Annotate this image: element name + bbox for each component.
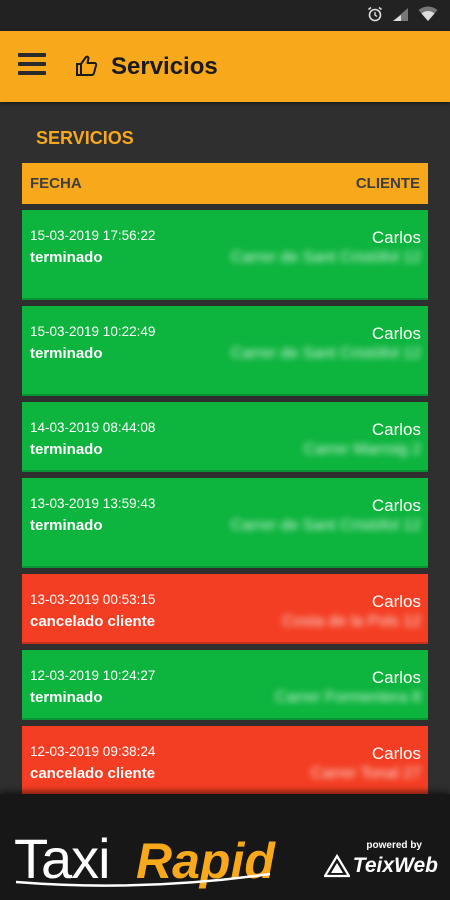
service-address: Carrer de Sant Cristòfol 12 [230,345,421,362]
service-address: Carrer Marroig 2 [303,441,421,458]
service-row[interactable]: 13-03-2019 00:53:15 cancelado cliente Ca… [22,574,428,644]
service-row[interactable]: 15-03-2019 17:56:22 terminado Carlos Car… [22,210,428,300]
service-date: 15-03-2019 17:56:22 [30,228,156,243]
service-address: Carrer de Sant Cristòfol 12 [230,517,421,534]
service-status: terminado [30,345,103,362]
service-address: Carrer Formentera 8 [275,689,421,706]
table-header: FECHA CLIENTE [22,163,428,204]
service-date: 14-03-2019 08:44:08 [30,420,156,435]
service-client: Carlos [371,496,421,515]
alarm-icon [368,6,382,22]
menu-icon[interactable] [18,53,46,79]
logo-swoosh-icon [15,872,271,887]
service-date: 13-03-2019 00:53:15 [30,592,156,607]
service-status: terminado [30,517,103,534]
service-row[interactable]: 13-03-2019 13:59:43 terminado Carlos Car… [22,478,428,568]
service-address: Carrer de Sant Cristòfol 12 [230,249,421,266]
footer-banner: Taxi Rapid powered by TeixWeb [0,794,450,900]
teixweb-name: TeixWeb [352,854,438,877]
teixweb-brand: powered by TeixWeb [323,840,438,878]
service-client: Carlos [371,592,421,611]
service-date: 12-03-2019 10:24:27 [30,668,156,683]
service-client: Carlos [371,420,421,439]
thumbs-up-icon [76,55,98,76]
service-status: terminado [30,441,103,458]
service-status: cancelado cliente [30,765,156,782]
teixweb-logo-icon [323,854,350,878]
service-client: Carlos [371,324,421,343]
status-bar [0,0,450,31]
signal-icon [393,7,408,21]
service-row[interactable]: 12-03-2019 09:38:24 cancelado cliente Ca… [22,726,428,798]
service-date: 15-03-2019 10:22:49 [30,324,156,339]
column-header-client: CLIENTE [355,175,420,192]
column-header-date: FECHA [30,175,82,192]
service-status: cancelado cliente [30,613,156,630]
section-title: SERVICIOS [36,128,134,148]
service-status: terminado [30,249,103,266]
services-list: 15-03-2019 17:56:22 terminado Carlos Car… [22,210,428,850]
powered-by-label: powered by [366,840,422,851]
service-row[interactable]: 14-03-2019 08:44:08 terminado Carlos Car… [22,402,428,472]
service-row[interactable]: 12-03-2019 10:24:27 terminado Carlos Car… [22,650,428,720]
service-date: 13-03-2019 13:59:43 [30,496,156,511]
service-client: Carlos [371,228,421,247]
service-row[interactable]: 15-03-2019 10:22:49 terminado Carlos Car… [22,306,428,396]
page-title: Servicios [111,53,218,80]
service-client: Carlos [371,744,421,763]
service-status: terminado [30,689,103,706]
wifi-icon [418,6,438,21]
service-client: Carlos [371,668,421,687]
app-bar: Servicios [0,31,450,102]
service-date: 12-03-2019 09:38:24 [30,744,156,759]
taxirapid-logo: Taxi Rapid [12,812,282,892]
service-address: Costa de la Pols 12 [282,613,421,630]
service-address: Carrer Tonal 27 [311,765,421,782]
